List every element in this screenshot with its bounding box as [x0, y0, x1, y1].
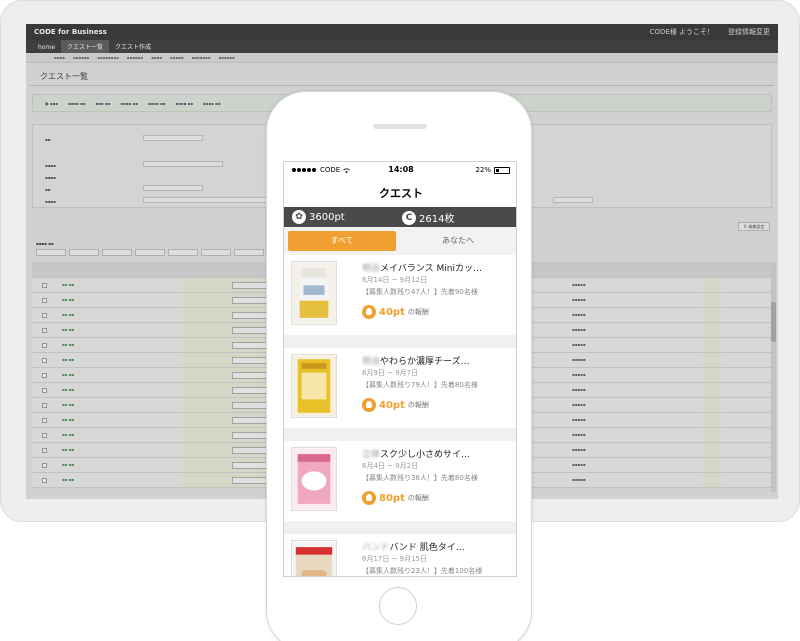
- quest-reward: 80pt の報酬: [362, 491, 429, 505]
- quest-reward: 40pt の報酬: [362, 305, 429, 319]
- page-title: クエスト一覧: [30, 63, 774, 86]
- list-label: ▪▪▪▪ ▪▪: [36, 241, 54, 246]
- desktop-subnav: ▪▪▪▪ ▪▪▪▪▪▪ ▪▪▪▪▪▪▪▪ ▪▪▪▪▪▪ ▪▪▪▪ ▪▪▪▪▪ ▪▪▪▪▪▪▪…: [26, 53, 778, 63]
- quest-name: 明治やわらか濃厚チーズ…: [362, 357, 470, 367]
- quest-name: 明治メイバランス Miniカッ…: [362, 264, 482, 274]
- quest-card[interactable]: バンドバンド 肌色タイ… 6月17日 ~ 9月15日 【募集人数残り23人！】先…: [284, 534, 516, 576]
- desktop-nav: home クエスト一覧 クエスト作成: [26, 40, 778, 53]
- period-field[interactable]: [143, 185, 203, 191]
- quest-name: バンドバンド 肌色タイ…: [362, 543, 465, 553]
- quest-recruit: 【募集人数残り47人！】先着90名様: [362, 288, 478, 296]
- quest-date: 6月9日 ~ 9月7日: [362, 369, 419, 377]
- quest-recruit: 【募集人数残り79人！】先着80名様: [362, 381, 478, 389]
- quest-name: 立体スク少し小さめサイ…: [362, 450, 471, 460]
- quest-recruit: 【募集人数残り23人！】先着100名様: [362, 567, 483, 575]
- quest-card[interactable]: 明治やわらか濃厚チーズ… 6月9日 ~ 9月7日 【募集人数残り79人！】先着8…: [284, 348, 516, 428]
- quest-card[interactable]: 立体スク少し小さめサイ… 6月4日 ~ 9月2日 【募集人数残り38人！】先着8…: [284, 441, 516, 521]
- reward-paw-icon: [362, 305, 376, 319]
- product-thumbnail-drink: [291, 261, 337, 325]
- product-thumbnail-cheese: [291, 354, 337, 418]
- points-bar: ✿ 3600pt C 2614枚: [284, 207, 516, 227]
- account-link[interactable]: 登録情報変更: [728, 27, 770, 37]
- battery-indicator: 22%: [475, 166, 510, 174]
- tab-all[interactable]: すべて: [288, 231, 396, 251]
- mockup-stage: CODE for Business CODE様 ようこそ！ 登録情報変更 hom…: [0, 0, 800, 641]
- phone-screen: CODE 14:08 22% クエスト ✿ 3600pt C 2614枚 すべて…: [283, 161, 517, 577]
- phone-speaker: [373, 124, 427, 129]
- reward-paw-icon: [362, 491, 376, 505]
- product-thumbnail-bandage: [291, 540, 337, 576]
- quest-card[interactable]: 明治メイバランス Miniカッ… 6月14日 ~ 9月12日 【募集人数残り47…: [284, 255, 516, 335]
- points-value: 3600pt: [309, 211, 345, 223]
- quest-tabs: すべて あなたへ: [284, 227, 516, 255]
- quest-recruit: 【募集人数残り38人！】先着80名様: [362, 474, 478, 482]
- quest-date: 6月4日 ~ 9月2日: [362, 462, 419, 470]
- detail-field[interactable]: [143, 197, 283, 203]
- desktop-topbar: CODE for Business CODE様 ようこそ！ 登録情報変更: [26, 24, 778, 40]
- product-thumbnail-mask: [291, 447, 337, 511]
- detail-select[interactable]: [553, 197, 593, 203]
- paw-icon: ✿: [292, 210, 306, 224]
- table-scrollbar[interactable]: [771, 262, 776, 492]
- quest-date: 6月17日 ~ 9月15日: [362, 555, 428, 563]
- battery-percent: 22%: [475, 166, 491, 174]
- quest-date: 6月14日 ~ 9月12日: [362, 276, 428, 284]
- phone-status-bar: CODE 14:08 22%: [284, 162, 516, 180]
- phone-home-button[interactable]: [379, 587, 417, 625]
- points-balance: ✿ 3600pt: [292, 210, 345, 224]
- user-greeting: CODE様 ようこそ！: [649, 28, 714, 36]
- tab-for-you[interactable]: あなたへ: [402, 231, 514, 251]
- search-field[interactable]: [143, 135, 203, 141]
- phone-frame: CODE 14:08 22% クエスト ✿ 3600pt C 2614枚 すべて…: [266, 91, 532, 641]
- brand-logo: CODE for Business: [34, 28, 107, 36]
- screen-title: クエスト: [284, 180, 516, 207]
- coin-balance: C 2614枚: [402, 210, 454, 225]
- coin-c-icon: C: [402, 210, 416, 225]
- edit-settings-button[interactable]: © 編集設定: [738, 222, 770, 231]
- quest-reward: 40pt の報酬: [362, 398, 429, 412]
- nav-tab-quest-create[interactable]: クエスト作成: [109, 40, 158, 53]
- nav-tab-quest-list[interactable]: クエスト一覧: [61, 40, 110, 53]
- coin-value: 2614枚: [419, 214, 455, 225]
- nav-tab-home[interactable]: home: [32, 42, 62, 53]
- category-select[interactable]: [143, 161, 223, 167]
- battery-icon: [494, 166, 510, 174]
- reward-paw-icon: [362, 398, 376, 412]
